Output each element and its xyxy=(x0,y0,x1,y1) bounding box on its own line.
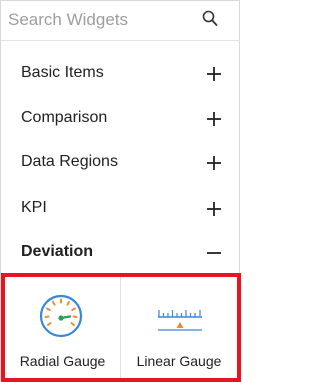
category-label: Data Regions xyxy=(21,153,118,170)
category-data-regions[interactable]: Data Regions xyxy=(1,141,240,186)
category-label: Deviation xyxy=(21,243,94,260)
search-bar xyxy=(1,1,240,41)
widget-panel: Basic Items Comparison Data Regions KPI … xyxy=(0,0,241,382)
radial-gauge-icon xyxy=(39,294,83,338)
plus-icon[interactable] xyxy=(206,201,222,217)
category-deviation[interactable]: Deviation xyxy=(1,231,240,276)
category-label: KPI xyxy=(21,199,47,216)
plus-icon[interactable] xyxy=(206,155,222,171)
plus-icon[interactable] xyxy=(206,111,222,127)
widget-label: Linear Gauge xyxy=(136,353,222,369)
category-label: Comparison xyxy=(21,109,108,126)
category-basic-items[interactable]: Basic Items xyxy=(1,52,240,97)
widget-label: Radial Gauge xyxy=(19,353,106,369)
category-kpi[interactable]: KPI xyxy=(1,187,240,232)
radial-gauge-widget[interactable]: Radial Gauge xyxy=(5,277,120,378)
plus-icon[interactable] xyxy=(206,66,222,82)
linear-gauge-icon xyxy=(158,310,202,331)
category-comparison[interactable]: Comparison xyxy=(1,97,240,142)
minus-icon[interactable] xyxy=(206,245,222,261)
category-label: Basic Items xyxy=(21,64,104,81)
search-icon[interactable] xyxy=(202,10,218,28)
deviation-widgets-highlight: Radial Gauge Linear Gauge xyxy=(1,273,241,382)
linear-gauge-widget[interactable]: Linear Gauge xyxy=(120,277,237,378)
search-input[interactable] xyxy=(8,7,193,33)
